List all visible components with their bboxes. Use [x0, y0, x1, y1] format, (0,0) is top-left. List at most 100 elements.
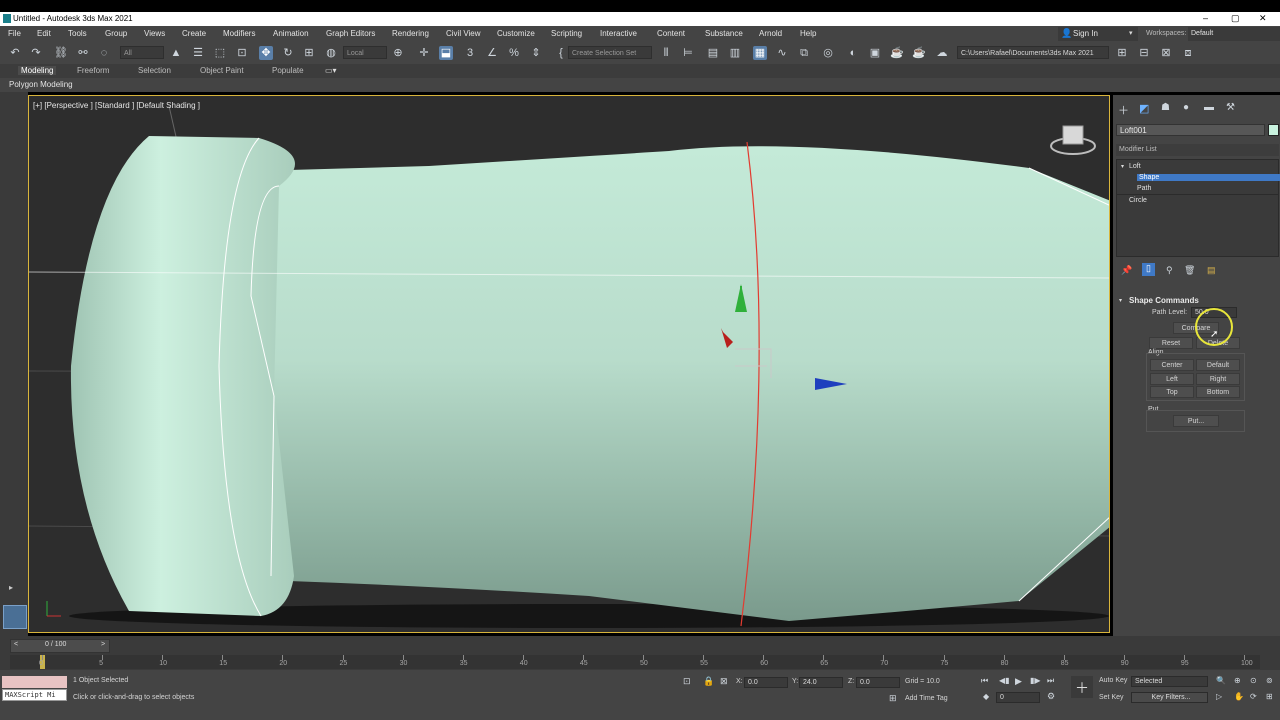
angle-snap-icon[interactable]: ∠ — [485, 46, 499, 60]
render-iterative-icon[interactable]: ☕ — [912, 46, 926, 60]
y-coordinate-field[interactable]: 24.0 — [799, 677, 843, 688]
tab-freeform[interactable]: Freeform — [77, 66, 109, 75]
align-center-button[interactable]: Center — [1150, 359, 1194, 371]
align-left-button[interactable]: Left — [1150, 373, 1194, 385]
percent-snap-icon[interactable]: % — [507, 46, 521, 60]
viewport-layout-icon[interactable] — [3, 605, 27, 629]
maxscript-mini-field[interactable]: MAXScript Mi — [2, 689, 67, 701]
loft-body[interactable] — [244, 146, 1110, 621]
ribbon-options-icon[interactable]: ▭▾ — [325, 66, 337, 75]
set-key-button[interactable]: Set Key — [1099, 694, 1124, 701]
go-to-start-icon[interactable]: ⏮ — [981, 676, 988, 686]
menu-graph-editors[interactable]: Graph Editors — [326, 29, 375, 38]
menu-help[interactable]: Help — [800, 29, 816, 38]
menu-interactive[interactable]: Interactive — [600, 29, 637, 38]
menu-customize[interactable]: Customize — [497, 29, 535, 38]
maximize-viewport-icon[interactable]: ⊞ — [1266, 692, 1273, 701]
viewport-label[interactable]: [+] [Perspective ] [Standard ] [Default … — [33, 101, 200, 110]
object-name-field[interactable]: Loft001 — [1116, 124, 1265, 136]
menu-group[interactable]: Group — [105, 29, 127, 38]
menu-arnold[interactable]: Arnold — [759, 29, 782, 38]
save-project-icon[interactable]: ⊟ — [1137, 46, 1151, 60]
pin-stack-icon[interactable]: 📌 — [1121, 265, 1132, 276]
spinner-snap-icon[interactable]: ⇕ — [529, 46, 543, 60]
make-unique-icon[interactable]: ⚲ — [1166, 265, 1173, 276]
pivot-center-icon[interactable]: ⊕ — [391, 46, 405, 60]
sign-in-dropdown[interactable]: 👤 Sign In ▾ — [1058, 27, 1138, 41]
put-button[interactable]: Put... — [1173, 415, 1219, 427]
select-manipulate-icon[interactable]: ✛ — [417, 46, 431, 60]
menu-modifiers[interactable]: Modifiers — [223, 29, 255, 38]
keyboard-shortcut-override-icon[interactable]: ⬓ — [439, 46, 453, 60]
modify-tab-icon[interactable]: ◩ — [1139, 102, 1149, 115]
motion-tab-icon[interactable]: ● — [1183, 102, 1189, 113]
schematic-view-icon[interactable]: ⧉ — [797, 46, 811, 60]
edit-named-selection-icon[interactable]: { — [554, 46, 568, 60]
shape-commands-title[interactable]: Shape Commands — [1129, 296, 1199, 305]
zoom-all-icon[interactable]: ⊕ — [1234, 676, 1241, 685]
curve-editor-icon[interactable]: ∿ — [775, 46, 789, 60]
menu-create[interactable]: Create — [182, 29, 206, 38]
zoom-extents-all-icon[interactable]: ⊚ — [1266, 676, 1273, 685]
current-frame-field[interactable]: 0 — [996, 692, 1040, 703]
select-object-icon[interactable]: ▲ — [169, 46, 183, 60]
hierarchy-tab-icon[interactable]: ☗ — [1161, 102, 1170, 113]
window-crossing-icon[interactable]: ⊡ — [235, 46, 249, 60]
set-key-big-button[interactable]: ＋ — [1071, 676, 1093, 698]
menu-civil-view[interactable]: Civil View — [446, 29, 481, 38]
selection-filter-dropdown[interactable]: All — [120, 46, 164, 59]
stack-item-circle[interactable]: Circle — [1129, 197, 1147, 204]
undo-icon[interactable]: ↶ — [8, 46, 22, 60]
reset-button[interactable]: Reset — [1149, 337, 1193, 349]
rectangular-selection-icon[interactable]: ⬚ — [213, 46, 227, 60]
configure-sets-icon[interactable]: ▤ — [1207, 265, 1216, 276]
maxscript-listener[interactable] — [2, 676, 67, 688]
modifier-list-dropdown[interactable]: Modifier List — [1116, 144, 1279, 156]
select-and-place-icon[interactable]: ◍ — [324, 46, 338, 60]
menu-file[interactable]: File — [8, 29, 21, 38]
next-frame-icon[interactable]: > — [101, 641, 105, 648]
viewcube-icon[interactable] — [1049, 122, 1097, 160]
show-end-result-icon[interactable]: ▯ — [1142, 263, 1155, 276]
field-of-view-icon[interactable]: ▷ — [1216, 692, 1222, 701]
recent-projects-icon[interactable]: ⧈ — [1181, 46, 1195, 60]
key-mode-toggle-icon[interactable]: ◆ — [983, 692, 989, 701]
render-setup-icon[interactable]: ◐ — [846, 46, 860, 60]
align-icon[interactable]: ⊨ — [681, 46, 695, 60]
remove-modifier-icon[interactable]: 🗑 — [1184, 265, 1195, 276]
select-and-move-icon[interactable]: ✥ — [259, 46, 273, 60]
play-icon[interactable]: ▶ — [1015, 676, 1022, 687]
open-project-icon[interactable]: ⊠ — [1159, 46, 1173, 60]
align-top-button[interactable]: Top — [1150, 386, 1194, 398]
x-coordinate-field[interactable]: 0.0 — [744, 677, 788, 688]
tab-object-paint[interactable]: Object Paint — [200, 66, 244, 75]
previous-frame-icon[interactable]: ◀▮ — [999, 676, 1010, 685]
object-color-swatch[interactable] — [1268, 124, 1279, 136]
absolute-mode-icon[interactable]: ⊠ — [720, 676, 728, 687]
render-production-icon[interactable]: ☕ — [890, 46, 904, 60]
menu-rendering[interactable]: Rendering — [392, 29, 429, 38]
isolate-selection-icon[interactable]: ⊡ — [683, 676, 691, 687]
zoom-extents-icon[interactable]: ⊙ — [1250, 676, 1257, 685]
align-right-button[interactable]: Right — [1196, 373, 1240, 385]
ribbon-sub-label[interactable]: Polygon Modeling — [9, 80, 73, 89]
align-default-button[interactable]: Default — [1196, 359, 1240, 371]
selection-lock-icon[interactable]: 🔒 — [703, 676, 714, 687]
stack-item-loft[interactable]: Loft — [1129, 163, 1141, 170]
create-selection-set-field[interactable]: Create Selection Set — [568, 46, 652, 59]
rollout-collapse-icon[interactable]: ▾ — [1119, 297, 1122, 304]
link-icon[interactable]: ⛓ — [54, 46, 68, 60]
modifier-stack[interactable]: Loft ▾ Shape Path Circle — [1116, 159, 1280, 257]
create-tab-icon[interactable]: ＋ — [1118, 102, 1129, 118]
zoom-icon[interactable]: 🔍 — [1216, 676, 1226, 685]
reference-coordinate-dropdown[interactable]: Local — [343, 46, 387, 59]
menu-scripting[interactable]: Scripting — [551, 29, 582, 38]
workspace-dropdown[interactable]: Default — [1188, 27, 1280, 41]
menu-edit[interactable]: Edit — [37, 29, 51, 38]
redo-icon[interactable]: ↷ — [29, 46, 43, 60]
perspective-viewport[interactable]: [+] [Perspective ] [Standard ] [Default … — [28, 95, 1110, 633]
time-slider[interactable]: < 0 / 100 > — [10, 639, 110, 653]
add-time-tag[interactable]: Add Time Tag — [905, 695, 948, 702]
time-configuration-icon[interactable]: ⚙ — [1047, 691, 1055, 702]
unlink-icon[interactable]: ⚯ — [76, 46, 90, 60]
